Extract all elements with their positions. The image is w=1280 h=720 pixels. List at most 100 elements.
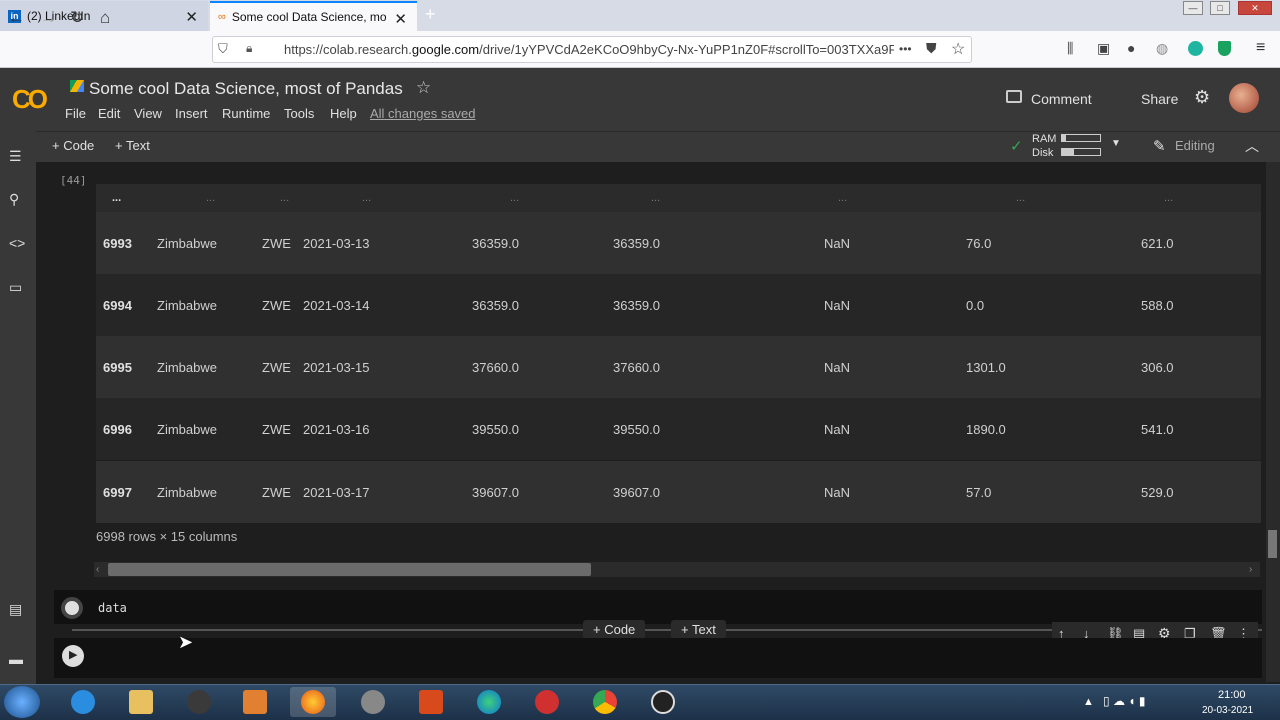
horizontal-scroll-thumb[interactable] xyxy=(108,563,591,576)
value-cell: 36359.0 xyxy=(472,236,519,251)
idx-cell: 6995 xyxy=(103,360,132,375)
share-button[interactable]: Share xyxy=(1141,91,1178,107)
hp-taskbar-icon[interactable] xyxy=(176,687,222,717)
ellipsis-cell: ... xyxy=(280,192,290,204)
account-icon[interactable]: ● xyxy=(1127,40,1135,56)
comment-icon[interactable] xyxy=(1006,90,1022,103)
disk-label: Disk xyxy=(1032,147,1054,159)
menu-icon[interactable]: ≡ xyxy=(1256,39,1265,57)
vertical-scroll-thumb[interactable] xyxy=(1268,530,1277,558)
maximize-button[interactable]: □ xyxy=(1210,1,1230,15)
page-actions-icon[interactable]: ••• xyxy=(899,42,912,56)
edge-taskbar-icon[interactable] xyxy=(466,687,512,717)
value-cell: 529.0 xyxy=(1141,485,1174,500)
lock-icon[interactable]: 🔒︎ xyxy=(246,41,252,56)
country-cell: Zimbabwe xyxy=(157,422,217,437)
start-button[interactable] xyxy=(4,686,40,718)
obs-taskbar-icon[interactable] xyxy=(640,687,686,717)
extension-shield-icon[interactable] xyxy=(1218,41,1231,56)
close-tab-icon[interactable]: ✕ xyxy=(394,10,407,28)
save-status[interactable]: All changes saved xyxy=(370,106,476,121)
star-icon[interactable]: ☆ xyxy=(416,78,431,98)
clock-time[interactable]: 21:00 xyxy=(1218,689,1246,701)
value-cell: NaN xyxy=(824,422,851,437)
value-cell: 36359.0 xyxy=(472,298,519,313)
shield-icon[interactable]: ⛉ xyxy=(218,41,228,57)
search-icon[interactable]: ⚲ xyxy=(9,191,19,208)
ie-taskbar-icon[interactable] xyxy=(60,687,106,717)
search-app-taskbar-icon[interactable] xyxy=(350,687,396,717)
value-cell: NaN xyxy=(824,236,851,251)
iso-code-cell: ZWE xyxy=(262,298,291,313)
firefox-taskbar-icon[interactable] xyxy=(290,687,336,717)
menu-insert[interactable]: Insert xyxy=(175,106,208,121)
notebook-title[interactable]: Some cool Data Science, most of Pandas xyxy=(89,79,403,99)
drive-icon xyxy=(70,80,84,92)
value-cell: 37660.0 xyxy=(472,360,519,375)
value-cell: 621.0 xyxy=(1141,236,1174,251)
ellipsis-cell: ... xyxy=(112,192,122,204)
minimize-button[interactable]: — xyxy=(1183,1,1203,15)
extension-m-icon[interactable] xyxy=(1188,41,1203,56)
tab-colab[interactable]: ∞ Some cool Data Science, most of ✕ xyxy=(210,1,417,31)
scroll-left-icon[interactable]: ‹ xyxy=(96,564,99,575)
country-cell: Zimbabwe xyxy=(157,236,217,251)
ram-meter[interactable] xyxy=(1061,134,1101,142)
globe-icon[interactable]: ◍ xyxy=(1156,40,1168,57)
media-taskbar-icon[interactable] xyxy=(232,687,278,717)
tray-icons[interactable]: ▯ ☁ ◖ ▮ xyxy=(1103,694,1145,708)
library-icon[interactable]: ⫼ xyxy=(1067,40,1073,57)
back-icon[interactable]: ← xyxy=(8,8,25,28)
pocket-icon[interactable]: ⛊ xyxy=(926,40,937,57)
code-cell[interactable] xyxy=(54,590,1262,624)
resources-dropdown-icon[interactable]: ▼ xyxy=(1111,138,1121,149)
menu-view[interactable]: View xyxy=(134,106,162,121)
add-code-button[interactable]: + Code xyxy=(52,138,94,153)
forward-icon[interactable]: → xyxy=(40,8,57,28)
collapse-header-icon[interactable]: ︿ xyxy=(1245,136,1259,156)
home-icon[interactable]: ⌂ xyxy=(100,8,110,28)
insert-text-button[interactable]: + Text xyxy=(671,620,726,639)
office-taskbar-icon[interactable] xyxy=(408,687,454,717)
add-text-button[interactable]: + Text xyxy=(115,138,150,153)
table-of-contents-icon[interactable]: ☰ xyxy=(9,148,22,165)
close-window-button[interactable]: ✕ xyxy=(1238,1,1272,15)
code-text[interactable]: data xyxy=(98,601,127,615)
tray-expand-icon[interactable]: ▲ xyxy=(1083,696,1094,708)
comment-button[interactable]: Comment xyxy=(1031,91,1092,107)
settings-gear-icon[interactable]: ⚙ xyxy=(1194,87,1210,108)
menu-runtime[interactable]: Runtime xyxy=(222,106,270,121)
vertical-scrollbar[interactable] xyxy=(1266,162,1280,682)
scroll-right-icon[interactable]: › xyxy=(1249,564,1252,575)
value-cell: 39607.0 xyxy=(613,485,660,500)
chrome-taskbar-icon[interactable] xyxy=(582,687,628,717)
avatar[interactable] xyxy=(1229,83,1259,113)
code-snippets-icon[interactable]: <> xyxy=(9,235,25,251)
editing-mode-button[interactable]: Editing xyxy=(1175,138,1215,153)
command-palette-icon[interactable]: ▤ xyxy=(9,601,22,618)
menu-file[interactable]: File xyxy=(65,106,86,121)
run-cell-button[interactable] xyxy=(61,597,83,619)
url-text[interactable]: https://colab.research.google.com/drive/… xyxy=(284,42,894,57)
clock-date[interactable]: 20-03-2021 xyxy=(1202,705,1253,716)
value-cell: 541.0 xyxy=(1141,422,1174,437)
code-cell[interactable] xyxy=(54,638,1262,678)
close-tab-icon[interactable]: ✕ xyxy=(185,8,198,26)
colab-logo[interactable]: CO xyxy=(12,84,48,115)
terminal-icon[interactable]: ▬ xyxy=(9,651,23,667)
menu-edit[interactable]: Edit xyxy=(98,106,120,121)
value-cell: 39550.0 xyxy=(472,422,519,437)
idx-cell: 6997 xyxy=(103,485,132,500)
menu-help[interactable]: Help xyxy=(330,106,357,121)
recorder-taskbar-icon[interactable] xyxy=(524,687,570,717)
insert-code-button[interactable]: + Code xyxy=(583,620,646,639)
files-folder-icon[interactable]: ▭ xyxy=(9,279,22,296)
menu-tools[interactable]: Tools xyxy=(284,106,314,121)
bookmark-star-icon[interactable]: ☆ xyxy=(951,39,965,59)
reload-icon[interactable]: ↻ xyxy=(70,8,84,28)
explorer-taskbar-icon[interactable] xyxy=(118,687,164,717)
sidebar-toggle-icon[interactable]: ▣ xyxy=(1097,40,1110,57)
disk-meter[interactable] xyxy=(1061,148,1101,156)
new-tab-button[interactable]: + xyxy=(425,4,436,25)
mouse-cursor-icon: ➤ xyxy=(178,632,194,652)
